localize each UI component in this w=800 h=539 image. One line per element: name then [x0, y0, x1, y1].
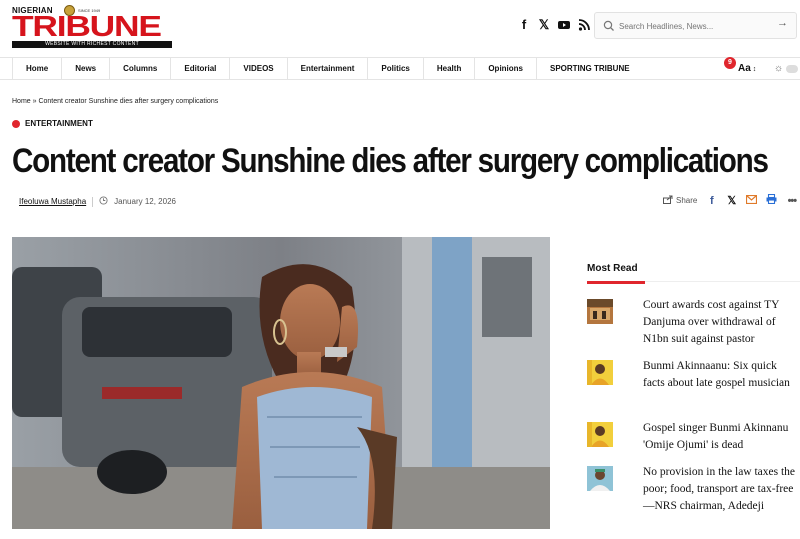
most-read-title: Most Read — [587, 263, 638, 274]
font-size-button[interactable]: Aa ↕ — [738, 63, 756, 74]
breadcrumb[interactable]: Home » Content creator Sunshine dies aft… — [12, 98, 218, 105]
facebook-icon[interactable]: f — [518, 18, 530, 32]
search-box: → — [594, 12, 797, 39]
share-bar: Share f 𝕏 ••• — [663, 193, 798, 207]
most-read-thumbnail[interactable] — [587, 466, 613, 491]
most-read-headline[interactable]: Court awards cost against TY Danjuma ove… — [643, 297, 800, 348]
site-header: NIGERIAN SINCE 1949 TRIBUNE WEBSITE WITH… — [0, 0, 800, 55]
nav-item-videos[interactable]: VIDEOS — [230, 58, 288, 80]
nav-item-columns[interactable]: Columns — [110, 58, 172, 80]
share-email-icon[interactable] — [746, 194, 758, 207]
publish-date: January 12, 2026 — [114, 197, 176, 206]
most-read-underline — [587, 281, 645, 284]
most-read-thumbnail[interactable] — [587, 422, 613, 447]
search-icon — [603, 19, 615, 31]
most-read-headline[interactable]: No provision in the law taxes the poor; … — [643, 464, 800, 515]
nav-item-opinions[interactable]: Opinions — [475, 58, 537, 80]
share-label: Share — [676, 196, 698, 205]
article-meta: Ifeoluwa Mustapha January 12, 2026 — [19, 196, 176, 207]
social-links: f 𝕏 — [518, 17, 590, 33]
logo-wordmark: TRIBUNE — [12, 11, 162, 43]
x-icon[interactable]: 𝕏 — [538, 18, 550, 32]
most-read-headline[interactable]: Gospel singer Bunmi Akinnanu 'Omije Ojum… — [643, 420, 800, 454]
notification-badge[interactable]: 9 — [724, 57, 736, 69]
share-print-icon[interactable] — [766, 193, 777, 207]
nav-item-home[interactable]: Home — [12, 58, 63, 80]
search-submit-arrow-icon[interactable]: → — [777, 17, 788, 29]
category-label[interactable]: ENTERTAINMENT — [12, 119, 93, 128]
nav-item-news[interactable]: News — [62, 58, 111, 80]
youtube-icon[interactable] — [558, 18, 570, 32]
clock-icon — [99, 196, 108, 207]
category-text: ENTERTAINMENT — [25, 119, 93, 128]
share-facebook-icon[interactable]: f — [706, 195, 717, 207]
share-icon — [663, 195, 673, 206]
dark-mode-toggle[interactable] — [786, 65, 798, 73]
font-size-arrows-icon: ↕ — [752, 66, 757, 73]
most-read-thumbnail[interactable] — [587, 360, 613, 385]
font-size-label: Aa — [738, 63, 751, 74]
share-button[interactable]: Share — [663, 195, 697, 206]
search-input[interactable] — [619, 19, 769, 33]
category-dot-icon — [12, 119, 20, 128]
site-logo[interactable]: NIGERIAN SINCE 1949 TRIBUNE WEBSITE WITH… — [12, 5, 174, 48]
sun-icon[interactable]: ☼ — [774, 63, 783, 74]
main-navigation: Home News Columns Editorial VIDEOS Enter… — [0, 57, 800, 80]
share-x-icon[interactable]: 𝕏 — [726, 194, 737, 207]
article-title: Content creator Sunshine dies after surg… — [12, 142, 769, 180]
nav-item-entertainment[interactable]: Entertainment — [288, 58, 369, 80]
nav-item-sporting-tribune[interactable]: SPORTING TRIBUNE — [537, 58, 643, 80]
nav-item-editorial[interactable]: Editorial — [171, 58, 231, 80]
more-options-icon[interactable]: ••• — [786, 195, 798, 207]
article-featured-image — [12, 237, 550, 529]
logo-tagline: WEBSITE WITH RICHEST CONTENT — [12, 41, 172, 48]
meta-divider — [92, 196, 94, 207]
most-read-thumbnail[interactable] — [587, 299, 613, 324]
nav-item-politics[interactable]: Politics — [368, 58, 424, 80]
nav-item-health[interactable]: Health — [424, 58, 476, 80]
author-link[interactable]: Ifeoluwa Mustapha — [19, 197, 86, 206]
rss-icon[interactable] — [578, 18, 590, 32]
most-read-headline[interactable]: Bunmi Akinnaanu: Six quick facts about l… — [643, 358, 800, 392]
